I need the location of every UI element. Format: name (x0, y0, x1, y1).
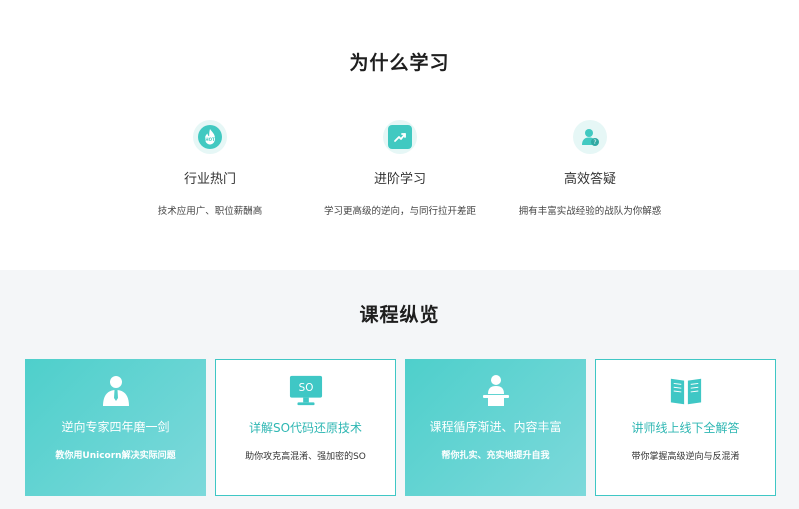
course-card-desc: 带你掌握高级逆向与反混淆 (631, 452, 740, 462)
hot-flame-icon: HOT (193, 120, 227, 154)
feature-desc: 拥有丰富实战经验的战队为你解惑 (518, 206, 662, 217)
svg-text:?: ? (593, 139, 596, 146)
so-monitor-icon: SO (289, 374, 323, 408)
course-overview-section: 课程纵览 逆向专家四年磨一剑 教你用Unicorn解决实际问题 SO 详解SO代… (0, 270, 799, 509)
expert-person-icon (99, 373, 133, 407)
trend-chart-icon (383, 120, 417, 154)
open-book-icon (669, 374, 703, 408)
svg-text:HOT: HOT (205, 137, 215, 142)
feature-efficient-qa: ? 高效答疑 拥有丰富实战经验的战队为你解惑 (495, 120, 685, 217)
why-learn-title: 为什么学习 (349, 52, 450, 74)
course-card-so[interactable]: SO 详解SO代码还原技术 助你攻克高混淆、强加密的SO (215, 359, 396, 496)
feature-desc: 技术应用广、职位薪酬高 (157, 206, 263, 217)
svg-text:SO: SO (298, 382, 313, 394)
course-card-title: 课程循序渐进、内容丰富 (429, 420, 562, 434)
course-card-title: 详解SO代码还原技术 (248, 421, 363, 435)
course-card-title: 讲师线上线下全解答 (631, 421, 740, 435)
user-question-icon: ? (573, 120, 607, 154)
course-card-desc: 助你攻克高混淆、强加密的SO (245, 452, 366, 462)
feature-industry-hot: HOT 行业热门 技术应用广、职位薪酬高 (115, 120, 305, 217)
course-card-progressive[interactable]: 课程循序渐进、内容丰富 帮你扎实、充实地提升自我 (405, 359, 586, 496)
feature-advanced-learning: 进阶学习 学习更高级的逆向，与同行拉开差距 (305, 120, 495, 217)
course-card-expert[interactable]: 逆向专家四年磨一剑 教你用Unicorn解决实际问题 (25, 359, 206, 496)
feature-title: 行业热门 (183, 172, 236, 187)
course-card-desc: 教你用Unicorn解决实际问题 (55, 451, 176, 461)
course-card-desc: 帮你扎实、充实地提升自我 (441, 451, 550, 461)
why-learn-section: 为什么学习 HOT 行业热门 技术应用广、职位薪酬高 进阶学习 学习更高级的逆向… (0, 0, 799, 270)
course-overview-title: 课程纵览 (359, 304, 440, 326)
feature-title: 进阶学习 (373, 172, 426, 187)
feature-desc: 学习更高级的逆向，与同行拉开差距 (323, 206, 476, 217)
feature-title: 高效答疑 (563, 172, 616, 187)
course-card-title: 逆向专家四年磨一剑 (61, 420, 170, 434)
lecturer-podium-icon (479, 373, 513, 407)
course-card-qa[interactable]: 讲师线上线下全解答 带你掌握高级逆向与反混淆 (595, 359, 776, 496)
